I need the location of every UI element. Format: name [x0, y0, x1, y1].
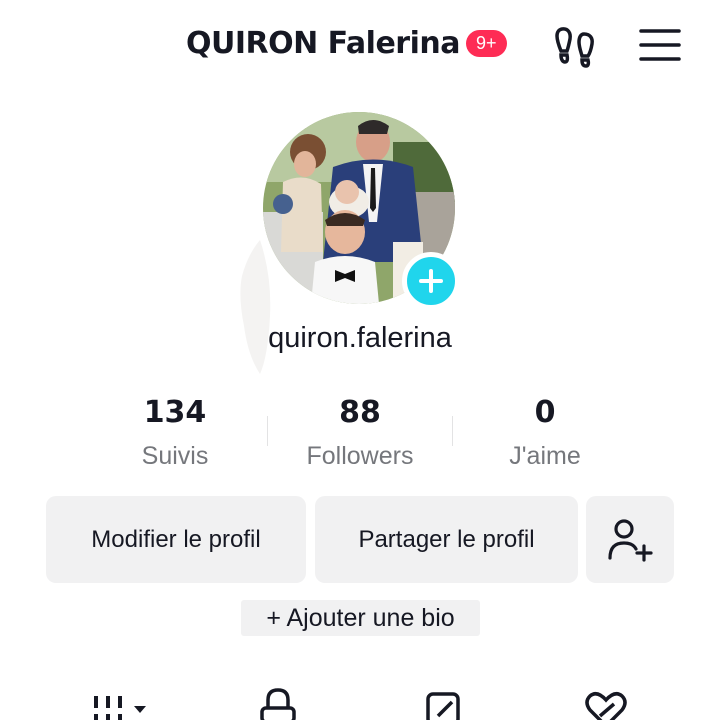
plus-icon	[419, 269, 443, 293]
following-label: Suivis	[141, 442, 209, 470]
content-tabs	[0, 686, 720, 720]
profile-handle[interactable]: quiron.falerina	[0, 322, 720, 355]
tab-private[interactable]	[258, 686, 298, 720]
redaction-smudge	[240, 240, 271, 374]
title-group[interactable]: QUIRON Falerina 9+	[186, 26, 507, 61]
tab-videos[interactable]	[92, 686, 152, 720]
add-avatar-button[interactable]	[402, 252, 460, 310]
likes-count: 0	[534, 395, 556, 430]
profile-stats: 134 Suivis 88 Followers 0 J'aime	[0, 392, 720, 476]
footprints-button[interactable]	[554, 24, 600, 68]
stat-likes[interactable]: 0 J'aime	[445, 392, 645, 471]
profile-name-title[interactable]: QUIRON Falerina	[186, 26, 460, 61]
hamburger-menu-icon	[639, 29, 681, 61]
followers-count: 88	[339, 395, 381, 430]
menu-button[interactable]	[638, 26, 682, 64]
profile-header: QUIRON Falerina 9+	[0, 0, 720, 92]
add-bio-button[interactable]: + Ajouter une bio	[241, 600, 480, 636]
lock-icon	[260, 688, 296, 720]
add-bio-label: + Ajouter une bio	[266, 603, 455, 632]
edit-profile-button[interactable]: Modifier le profil	[46, 496, 306, 583]
add-user-icon	[608, 518, 653, 562]
followers-label: Followers	[306, 442, 414, 470]
likes-label: J'aime	[509, 442, 581, 470]
share-profile-label: Partager le profil	[358, 525, 535, 553]
liked-heart-icon	[585, 692, 627, 720]
handle-text: quiron.falerina	[268, 322, 452, 354]
footprints-icon	[555, 27, 594, 68]
stat-following[interactable]: 134 Suivis	[75, 392, 275, 471]
add-friend-button[interactable]	[586, 496, 674, 583]
tab-liked[interactable]	[584, 686, 628, 720]
stat-followers[interactable]: 88 Followers	[260, 392, 460, 471]
reposts-icon	[426, 692, 460, 720]
edit-profile-label: Modifier le profil	[91, 525, 261, 553]
notification-badge: 9+	[465, 30, 507, 57]
tab-reposts[interactable]	[424, 686, 464, 720]
following-count: 134	[143, 395, 207, 430]
videos-grid-icon	[94, 696, 146, 720]
share-profile-button[interactable]: Partager le profil	[315, 496, 578, 583]
